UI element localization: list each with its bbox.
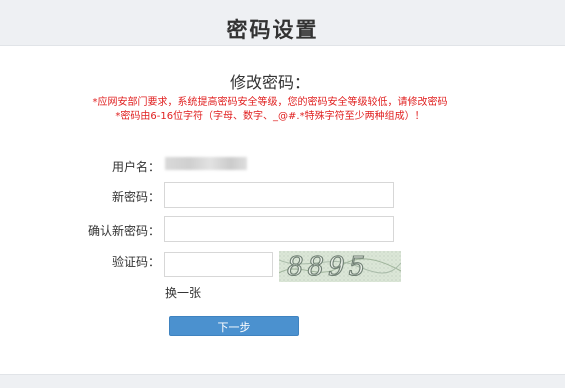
username-value-masked xyxy=(165,157,247,170)
password-rule-notice: *密码由6-16位字符（字母、数字、_@#.*特殊字符至少两种组成）！ xyxy=(115,111,425,122)
captcha-text: 8895 xyxy=(287,252,369,282)
confirm-password-input[interactable] xyxy=(164,216,394,242)
captcha-input[interactable] xyxy=(164,252,273,277)
new-password-input[interactable] xyxy=(164,182,394,208)
new-password-label: 新密码： xyxy=(111,190,160,204)
next-step-button[interactable]: 下一步 xyxy=(169,316,299,336)
captcha-image[interactable]: 8895 xyxy=(279,251,401,282)
section-title: 修改密码： xyxy=(229,73,310,92)
confirm-password-label: 确认新密码： xyxy=(87,224,160,238)
captcha-label: 验证码： xyxy=(111,255,160,269)
username-label: 用户名： xyxy=(111,160,160,174)
refresh-captcha-link[interactable]: 换一张 xyxy=(165,284,201,301)
page-title: 密码设置 xyxy=(226,18,319,42)
page-header: 密码设置 xyxy=(0,0,565,46)
page-footer xyxy=(0,374,565,388)
security-notice-line-1: *应网安部门要求，系统提高密码安全等级，您的密码安全等级较低，请修改密码 xyxy=(92,97,448,108)
